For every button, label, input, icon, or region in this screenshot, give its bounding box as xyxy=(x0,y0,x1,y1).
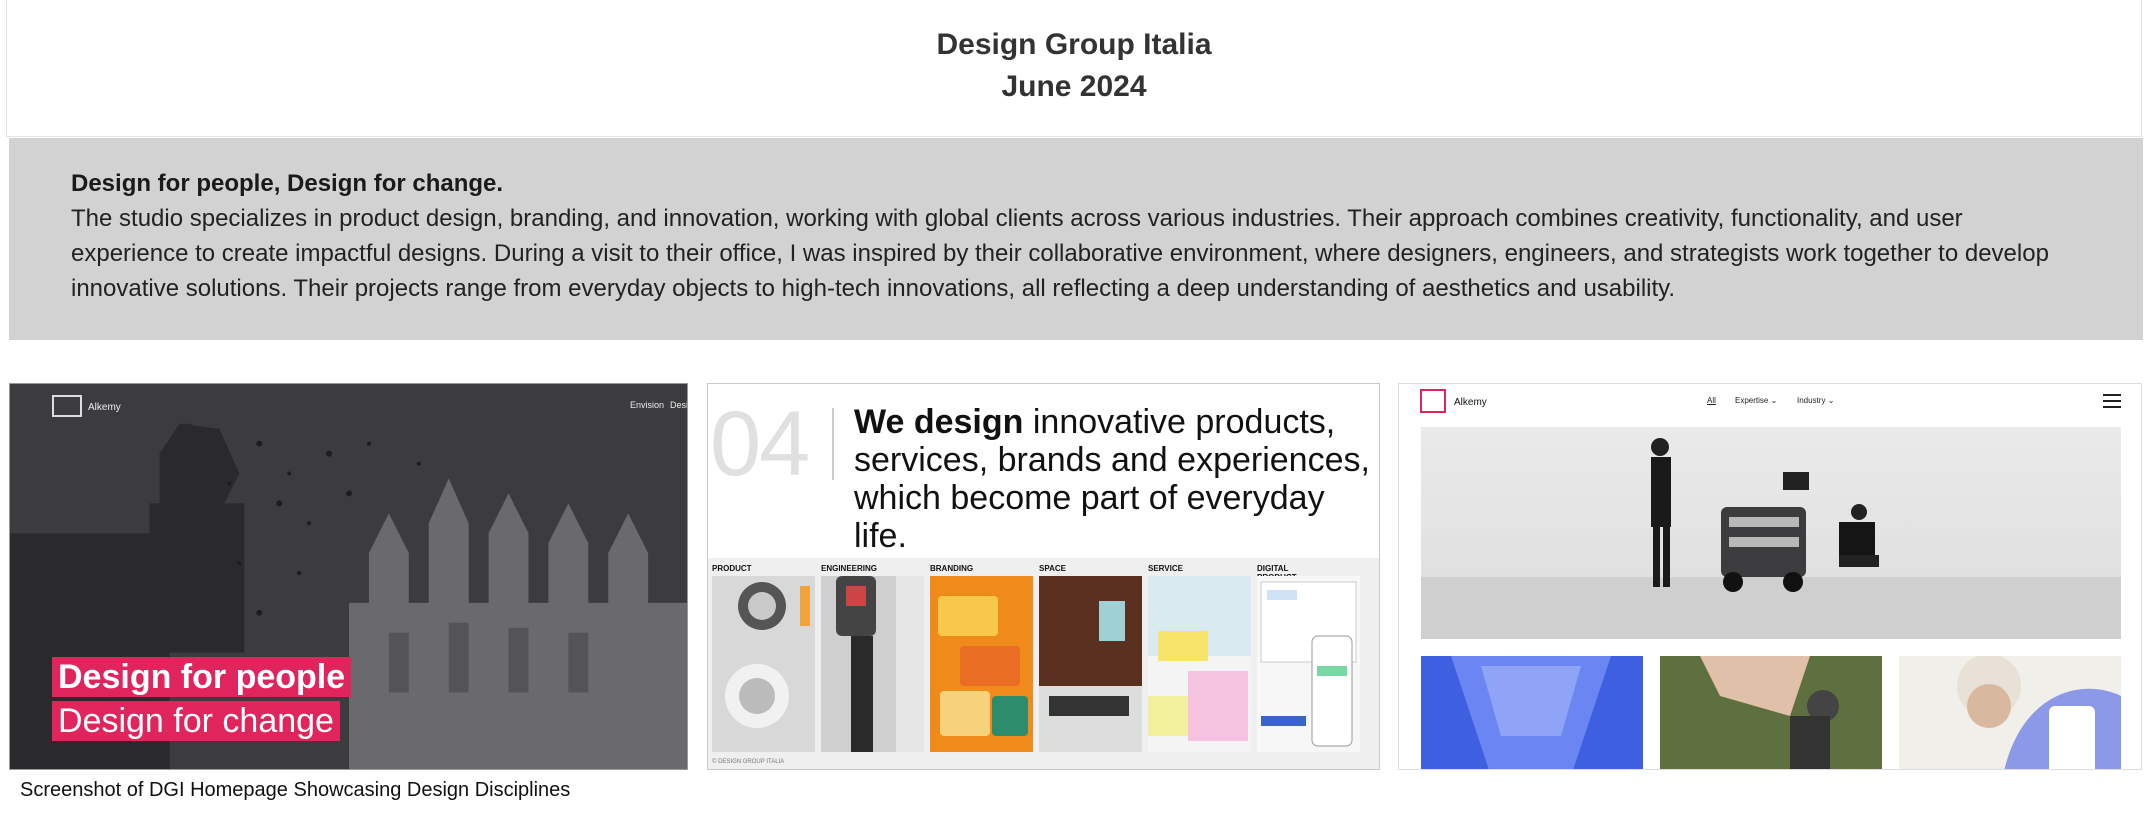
chevron-down-icon: ⌄ xyxy=(1827,396,1835,405)
copyright-text: © DESIGN GROUP ITALIA xyxy=(712,759,785,765)
dgi-logo-icon[interactable] xyxy=(1420,389,1446,413)
page-date: June 2024 xyxy=(1001,70,1147,103)
hero-line-1-text: Design for people xyxy=(58,658,346,696)
alkemy-logo-text: Alkemy xyxy=(88,402,121,413)
intro-panel: Design for people, Design for change. Th… xyxy=(9,138,2143,340)
product-image xyxy=(712,576,815,752)
category-label: BRANDING xyxy=(930,564,974,573)
category-label: SERVICE xyxy=(1148,564,1183,573)
disciplines-screenshot: 04 We design innovative products, servic… xyxy=(707,383,1380,770)
image-caption: Screenshot of DGI Homepage Showcasing De… xyxy=(20,779,571,801)
intro-headline: Design for people, Design for change. xyxy=(71,170,504,197)
page-title: Design Group Italia xyxy=(936,28,1212,61)
digital-product-image xyxy=(1257,576,1360,752)
chevron-down-icon: ⌄ xyxy=(1770,396,1778,405)
hero-line-1: Design for people xyxy=(52,657,352,697)
project-tile-prosthetic[interactable] xyxy=(1660,656,1882,769)
engineering-image xyxy=(821,576,924,752)
hero-line-2: Design for change xyxy=(52,701,340,741)
section-number: 04 xyxy=(710,393,810,495)
nav-filter-industry[interactable]: Industry ⌄ xyxy=(1797,396,1834,405)
tagline-bold: We design xyxy=(854,403,1024,441)
project-tile-app[interactable] xyxy=(1899,656,2121,769)
category-label: ENGINEERING xyxy=(821,564,878,573)
hamburger-menu-icon[interactable] xyxy=(2103,394,2121,408)
project-tile-blue[interactable] xyxy=(1421,656,1643,769)
nav-filter-expertise[interactable]: Expertise ⌄ xyxy=(1735,396,1777,405)
category-label: SPACE xyxy=(1039,564,1066,573)
page-header: Design Group Italia June 2024 xyxy=(6,0,2142,137)
nav-filter-all[interactable]: All xyxy=(1707,396,1716,405)
projects-screenshot: Alkemy All Expertise ⌄ Industry ⌄ xyxy=(1398,383,2142,770)
homepage-hero-screenshot: Alkemy Envision Desig Design for people … xyxy=(9,383,688,770)
category-strip: PRODUCT ENGINEERING BRANDING SPACE SERVI… xyxy=(708,558,1379,769)
category-label: PRODUCT xyxy=(712,564,752,573)
divider xyxy=(832,408,834,480)
nav-filter-industry-label: Industry xyxy=(1797,396,1826,405)
alkemy-logo-text: Alkemy xyxy=(1454,397,1487,408)
robot-cart-photo[interactable] xyxy=(1421,427,2121,639)
nav-filter-expertise-label: Expertise xyxy=(1735,396,1769,405)
nav-link-envision[interactable]: Envision xyxy=(630,400,664,410)
service-image xyxy=(1148,576,1251,752)
branding-image xyxy=(930,576,1033,752)
dgi-logo-icon[interactable] xyxy=(52,395,82,417)
nav-link-design[interactable]: Desig xyxy=(670,400,687,410)
tagline: We design innovative products, services,… xyxy=(854,403,1379,555)
space-image xyxy=(1039,576,1142,752)
intro-body: The studio specializes in product design… xyxy=(71,205,2049,302)
